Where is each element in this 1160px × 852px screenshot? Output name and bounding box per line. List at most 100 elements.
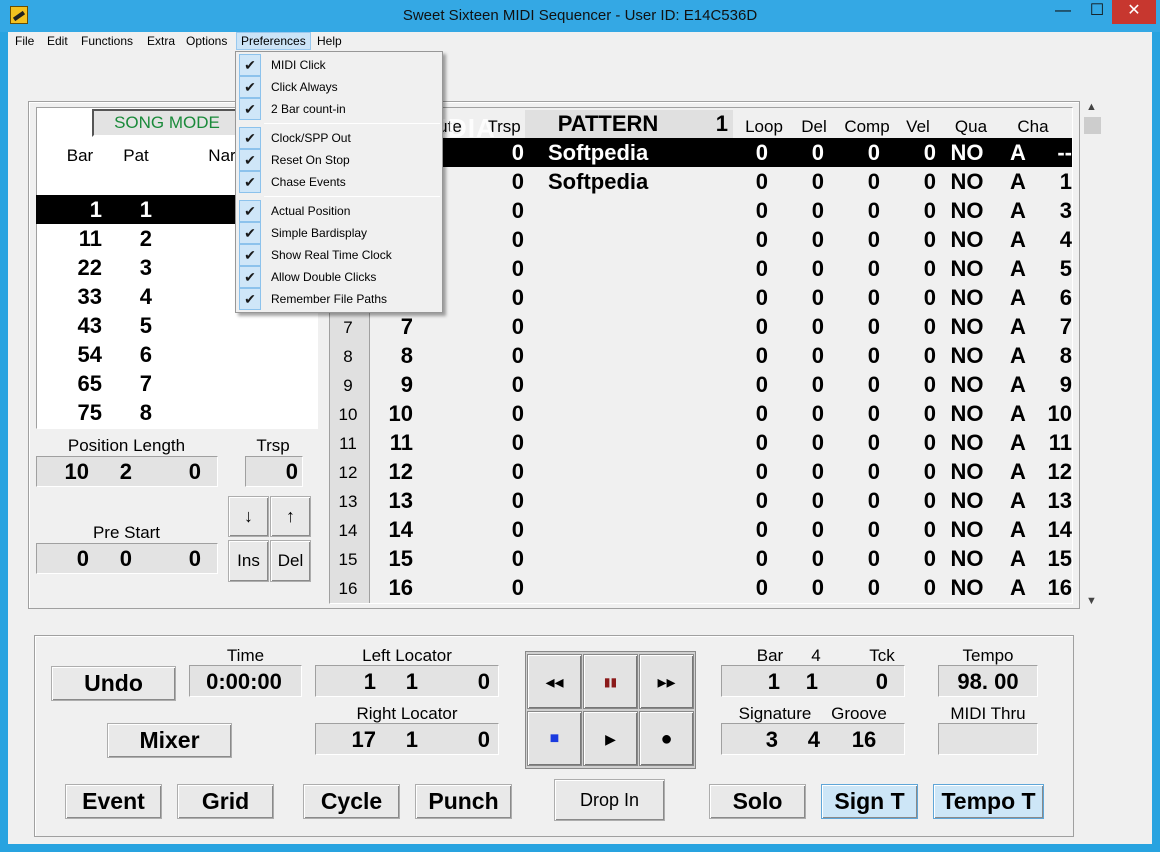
pattern-cell-cha: 7 <box>1059 314 1072 339</box>
pre-start-display: 0 0 0 <box>36 543 218 574</box>
pattern-cell-trsp: 0 <box>511 546 524 571</box>
pattern-cell-del: 0 <box>811 140 824 165</box>
menu-item-reset-on-stop[interactable]: ✔ Reset On Stop <box>238 149 442 171</box>
menu-item-2-bar-count-in[interactable]: ✔ 2 Bar count-in <box>238 98 442 120</box>
pattern-cell-trsp: 0 <box>511 343 524 368</box>
menu-item-click-always[interactable]: ✔ Click Always <box>238 76 442 98</box>
time-value: 0:00:00 <box>206 669 282 694</box>
menu-item-show-real-time-clock[interactable]: ✔ Show Real Time Clock <box>238 244 442 266</box>
pattern-cell-a: A <box>1010 372 1026 397</box>
pattern-cell-a: A <box>1010 459 1026 484</box>
mixer-button[interactable]: Mixer <box>107 723 232 758</box>
pattern-cell-del: 0 <box>811 227 824 252</box>
pattern-cell-trsp: 0 <box>511 256 524 281</box>
menu-file[interactable]: File <box>11 33 38 49</box>
record-button[interactable]: ● <box>639 711 694 766</box>
right-locator-label: Right Locator <box>356 704 458 723</box>
pattern-cell-qua: NO <box>950 575 984 600</box>
menu-edit[interactable]: Edit <box>43 33 72 49</box>
undo-button[interactable]: Undo <box>51 666 176 701</box>
pattern-cell-idx: 13 <box>338 492 358 511</box>
pattern-cell-del: 0 <box>811 198 824 223</box>
song-mode-label[interactable]: SONG MODE <box>92 109 242 137</box>
menu-item-remember-file-paths[interactable]: ✔ Remember File Paths <box>238 288 442 310</box>
menu-help[interactable]: Help <box>313 33 346 49</box>
menu-preferences[interactable]: Preferences <box>236 32 311 50</box>
right-locator-display[interactable]: 17 1 0 <box>315 723 499 755</box>
punch-button[interactable]: Punch <box>415 784 512 819</box>
preferences-dropdown: ✔ MIDI Click ✔ Click Always ✔ 2 Bar count-in ✔… <box>235 51 443 313</box>
pattern-cell-name: Softpedia <box>548 140 649 165</box>
pause-button[interactable]: ▮▮ <box>583 654 638 709</box>
scroll-up-icon[interactable]: ▲ <box>1086 101 1097 113</box>
menu-extra[interactable]: Extra <box>143 33 179 49</box>
minimize-button[interactable]: — <box>1046 0 1080 24</box>
sign-t-button[interactable]: Sign T <box>821 784 918 819</box>
song-row[interactable]: 75 8 <box>36 398 318 427</box>
play-button[interactable]: ▶ <box>583 711 638 766</box>
fast-forward-icon: ▸▸ <box>657 672 676 692</box>
pattern-cell-qua: NO <box>950 169 984 194</box>
menu-functions[interactable]: Functions <box>77 33 137 49</box>
rewind-button[interactable]: ◂◂ <box>527 654 582 709</box>
fast-forward-button[interactable]: ▸▸ <box>639 654 694 709</box>
menu-item-actual-position[interactable]: ✔ Actual Position <box>238 200 442 222</box>
stop-button[interactable]: ■ <box>527 711 582 766</box>
move-up-button[interactable]: ↑ <box>270 496 311 537</box>
pattern-cell-loop: 0 <box>755 372 768 397</box>
pattern-cell-loop: 0 <box>755 488 768 513</box>
tempo-display[interactable]: 98. 00 <box>938 665 1038 697</box>
tempo-t-button[interactable]: Tempo T <box>933 784 1044 819</box>
position-bar: 10 <box>64 459 89 484</box>
menu-options[interactable]: Options <box>182 33 231 49</box>
left-locator-display[interactable]: 1 1 0 <box>315 665 499 697</box>
song-row-bar: 33 <box>77 284 102 309</box>
pattern-cell-a: A <box>1010 575 1026 600</box>
pattern-cell-del: 0 <box>811 256 824 281</box>
signature-display[interactable]: 3 4 16 <box>721 723 905 755</box>
tempo-value: 98. 00 <box>957 669 1019 694</box>
menu-item-label: Remember File Paths <box>271 292 388 306</box>
pattern-cell-cha: 6 <box>1059 285 1072 310</box>
pattern-cell-vel: 0 <box>923 401 936 426</box>
event-button[interactable]: Event <box>65 784 162 819</box>
insert-button[interactable]: Ins <box>228 540 269 582</box>
solo-button[interactable]: Solo <box>709 784 806 819</box>
song-row-pat: 2 <box>139 226 152 251</box>
grid-button[interactable]: Grid <box>177 784 274 819</box>
menu-item-allow-double-clicks[interactable]: ✔ Allow Double Clicks <box>238 266 442 288</box>
delete-button[interactable]: Del <box>270 540 311 582</box>
pattern-header-comp: Comp <box>844 117 890 136</box>
scrollbar-thumb[interactable] <box>1084 117 1101 134</box>
pattern-cell-loop: 0 <box>755 459 768 484</box>
menu-item-chase-events[interactable]: ✔ Chase Events <box>238 171 442 193</box>
song-row-bar: 22 <box>77 255 102 280</box>
pattern-cell-qua: NO <box>950 546 984 571</box>
maximize-button[interactable]: ☐ <box>1080 0 1114 24</box>
scroll-down-icon[interactable]: ▼ <box>1086 595 1097 607</box>
right-locator-tick: 0 <box>477 727 490 752</box>
pattern-cell-vel: 0 <box>923 459 936 484</box>
pattern-cell-idx: 12 <box>338 463 358 482</box>
position-beat: 2 <box>119 459 132 484</box>
drop-in-button[interactable]: Drop In <box>554 779 665 821</box>
song-row[interactable]: 43 5 <box>36 311 318 340</box>
move-down-button[interactable]: ↓ <box>228 496 269 537</box>
menu-item-clock-spp-out[interactable]: ✔ Clock/SPP Out <box>238 127 442 149</box>
close-button[interactable]: ✕ <box>1112 0 1156 24</box>
song-header-bar: Bar <box>66 146 94 165</box>
pattern-cell-cha: 5 <box>1059 256 1072 281</box>
pattern-cell-cha: 16 <box>1047 575 1072 600</box>
song-row[interactable]: 54 6 <box>36 340 318 369</box>
pattern-cell-del: 0 <box>811 372 824 397</box>
cycle-button[interactable]: Cycle <box>303 784 400 819</box>
pre-start-label: Pre Start <box>92 523 161 542</box>
menu-item-midi-click[interactable]: ✔ MIDI Click <box>238 54 442 76</box>
pattern-header-number[interactable]: 1 <box>696 111 728 137</box>
menu-item-simple-bardisplay[interactable]: ✔ Simple Bardisplay <box>238 222 442 244</box>
song-row[interactable]: 65 7 <box>36 369 318 398</box>
midi-thru-display[interactable] <box>938 723 1038 755</box>
check-icon: ✔ <box>239 244 261 266</box>
trsp-display[interactable]: 0 <box>245 456 303 487</box>
title-bar: Sweet Sixteen MIDI Sequencer - User ID: … <box>0 0 1160 32</box>
